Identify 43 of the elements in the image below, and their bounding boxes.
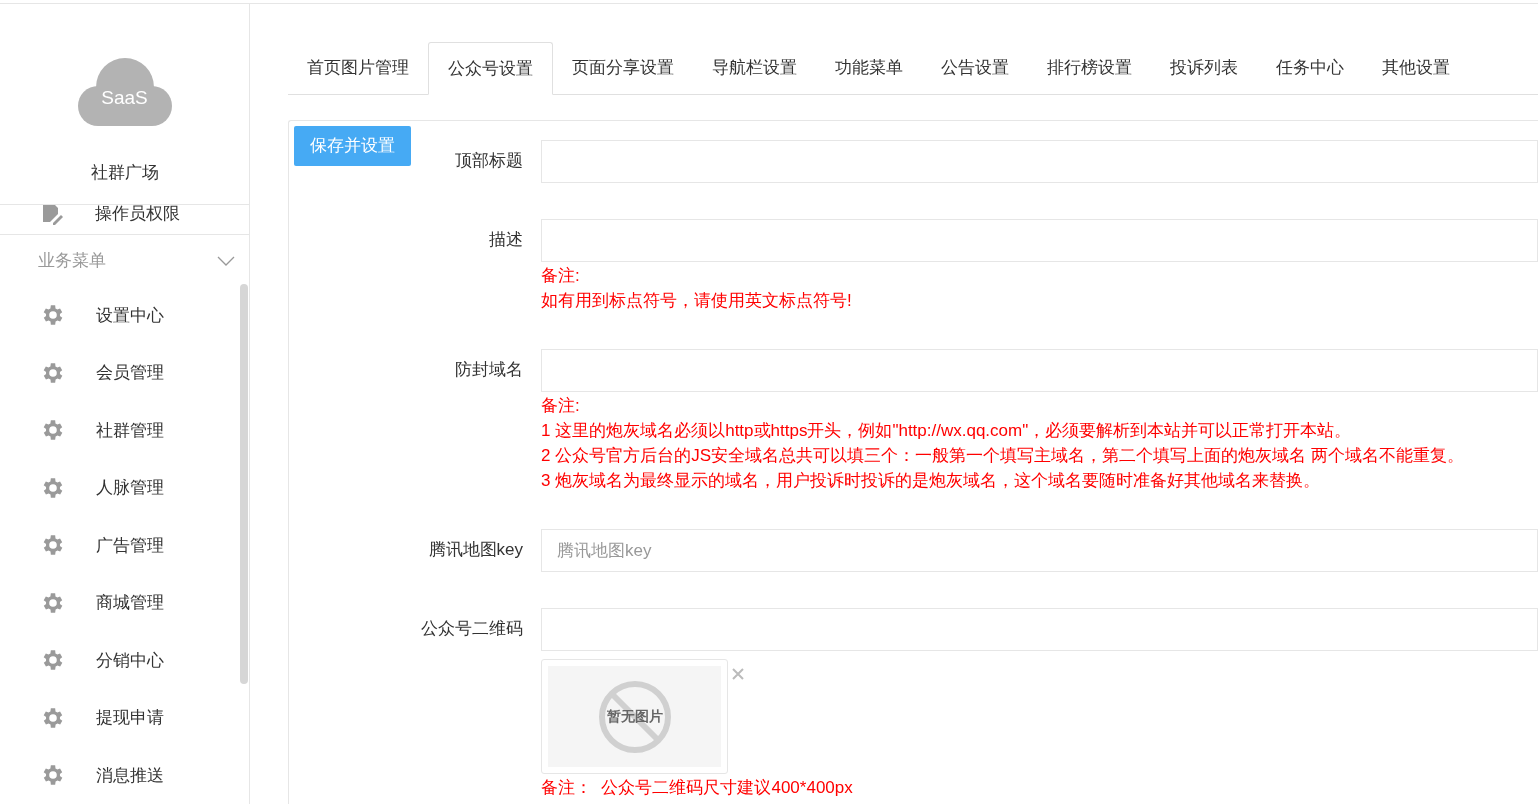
menu-item[interactable]: 人脉管理	[0, 459, 249, 517]
tab[interactable]: 其他设置	[1363, 42, 1469, 94]
menu-item[interactable]: 会员管理	[0, 344, 249, 402]
text-input[interactable]	[541, 140, 1538, 183]
menu-item[interactable]: 社群管理	[0, 401, 249, 459]
menu-item[interactable]: 操作员权限	[95, 200, 180, 227]
tab[interactable]: 投诉列表	[1151, 42, 1257, 94]
note-text: 2 公众号官方后台的JS安全域名总共可以填三个：一般第一个填写主域名，第二个填写上面的炮灰域名 两个域名不能重复。	[541, 445, 1465, 467]
note-text: 备注:	[541, 265, 581, 287]
menu-item[interactable]: 提现申请	[0, 689, 249, 747]
menu-item[interactable]: 设置中心	[0, 286, 249, 344]
note-text: 如有用到标点符号，请使用英文标点符号!	[541, 290, 853, 312]
tab[interactable]: 页面分享设置	[553, 42, 693, 94]
tab[interactable]: 公告设置	[922, 42, 1028, 94]
no-image-icon	[597, 679, 672, 754]
tab[interactable]: 首页图片管理	[288, 42, 428, 94]
menu-item[interactable]: 消息推送	[0, 746, 249, 804]
field-label: 描述	[489, 229, 523, 251]
tab[interactable]: 功能菜单	[816, 42, 922, 94]
site-name: 社群广场	[90, 162, 159, 184]
text-input[interactable]	[541, 219, 1538, 262]
cloud-logo: SaaS	[77, 58, 172, 126]
field-label: 腾讯地图key	[428, 539, 523, 561]
field-label: 公众号二维码	[421, 618, 523, 640]
menu-item[interactable]: 广告管理	[0, 516, 249, 574]
menu-item[interactable]: 分销中心	[0, 631, 249, 689]
tab[interactable]: 任务中心	[1257, 42, 1363, 94]
note-text: 备注： 公众号二维码尺寸建议400*400px	[541, 777, 854, 799]
tab[interactable]: 导航栏设置	[693, 42, 816, 94]
tab[interactable]: 排行榜设置	[1028, 42, 1151, 94]
text-input[interactable]	[541, 608, 1538, 651]
scrollbar-thumb[interactable]	[240, 284, 248, 684]
text-input[interactable]: 腾讯地图key	[541, 529, 1538, 572]
menu-item[interactable]: 商城管理	[0, 574, 249, 632]
text-input[interactable]	[541, 349, 1538, 392]
note-text: 1 这里的炮灰域名必须以http或https开头，例如"http://wx.qq.com"，必须要解析到本站并可以正常打开本站。	[541, 420, 1353, 442]
close-icon[interactable]	[731, 667, 745, 681]
tab[interactable]: 公众号设置	[428, 42, 553, 95]
no-image-text: 暂无图片	[606, 707, 663, 726]
note-text: 备注:	[541, 395, 581, 417]
note-text: 3 炮灰域名为最终显示的域名，用户投诉时投诉的是炮灰域名，这个域名要随时准备好其他域名来替换。	[541, 470, 1322, 492]
field-label: 防封域名	[455, 359, 523, 381]
field-label: 顶部标题	[455, 150, 523, 172]
